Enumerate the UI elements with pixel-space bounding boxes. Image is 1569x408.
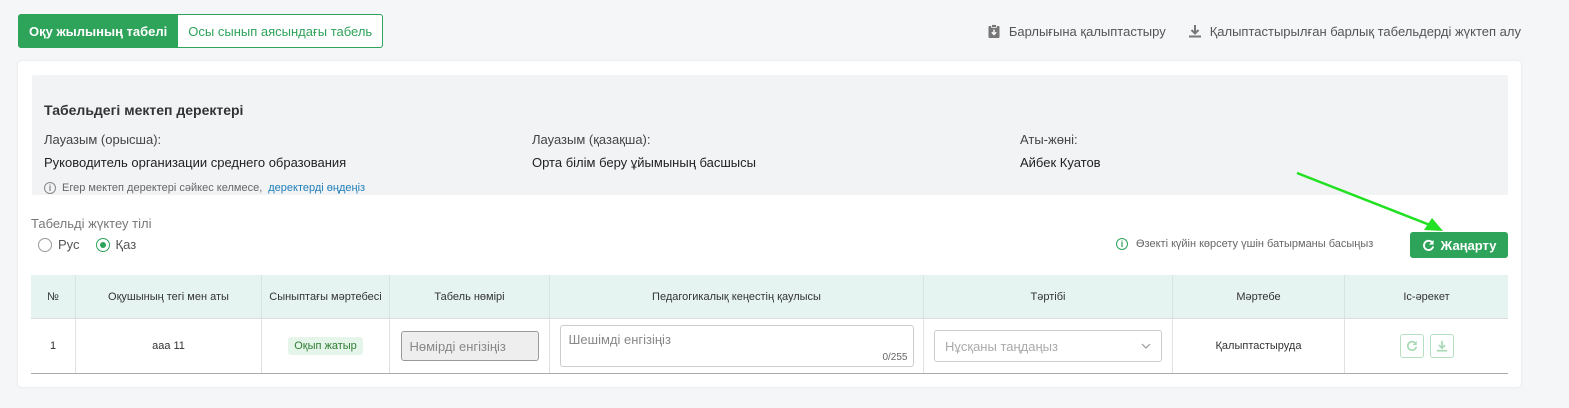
tab-academic-year[interactable]: Оқу жылының табелі — [18, 14, 179, 48]
info-icon: i — [44, 182, 56, 194]
info-note: i Егер мектеп деректері сәйкес келмесе, … — [44, 182, 365, 194]
radio-rus[interactable]: Рус — [38, 237, 80, 252]
col-status: Мәртебе — [1173, 275, 1345, 318]
info-note-text: Егер мектеп деректері сәйкес келмесе, — [62, 182, 263, 194]
radio-circle — [95, 237, 110, 252]
radio-rus-label: Рус — [58, 237, 80, 252]
cell-student-name: aaa 11 — [76, 319, 262, 373]
download-all-label: Қалыптастырылған барлық табельдерді жүкт… — [1209, 23, 1521, 39]
conduct-placeholder: Нұсқаны таңдаңыз — [945, 338, 1058, 354]
row-refresh-button[interactable] — [1399, 334, 1424, 358]
refresh-hint-text: Өзекті күйін көрсету үшін батырманы басы… — [1136, 238, 1374, 250]
school-info-title: Табельдегі мектеп деректері — [44, 102, 244, 118]
language-radio-group: Рус Қаз — [38, 237, 136, 252]
director-name-value: Айбек Куатов — [1020, 155, 1101, 170]
table-header: № Оқушының тегі мен аты Сыныптағы мәртеб… — [31, 275, 1508, 318]
position-kz: Лауазым (қазақша): Орта білім беру ұйымы… — [532, 132, 756, 170]
cell-report-number: Нөмірді енгізіңіз — [390, 319, 550, 373]
annotation-arrow-icon — [1296, 171, 1443, 231]
char-counter: 0/255 — [882, 352, 908, 363]
tab-group: Оқу жылының табелі Осы сынып аясындағы т… — [18, 14, 384, 48]
radio-circle — [38, 237, 52, 252]
col-report-number: Табель нөмірі — [390, 275, 550, 318]
edit-data-link[interactable]: деректерді өңдеңіз — [268, 182, 365, 194]
cell-council-decision: Шешімді енгізіңіз 0/255 — [550, 319, 924, 373]
standardize-all-button[interactable]: Барлығына қалыптастыру — [987, 24, 1166, 39]
col-actions: Іс-әрекет — [1403, 290, 1450, 303]
standardize-all-label: Барлығына қалыптастыру — [1008, 23, 1166, 39]
language-label: Табельді жүктеу тілі — [31, 216, 152, 231]
position-kz-value: Орта білім беру ұйымының басшысы — [532, 155, 756, 170]
report-number-input[interactable]: Нөмірді енгізіңіз — [400, 331, 539, 361]
decision-placeholder: Шешімді енгізіңіз — [568, 332, 671, 347]
position-ru-label: Лауазым (орысша): — [44, 132, 162, 147]
col-number: № — [31, 275, 76, 318]
col-student-name: Оқушының тегі мен аты — [76, 275, 262, 318]
cell-class-status: Оқып жатыр — [262, 319, 390, 373]
school-info-box: Табельдегі мектеп деректері Лауазым (оры… — [32, 75, 1508, 195]
cell-actions — [1345, 319, 1508, 373]
position-ru-value: Руководитель организации среднего образо… — [44, 155, 347, 170]
conduct-select[interactable]: Нұсқаны таңдаңыз — [934, 330, 1162, 362]
director-name-label: Аты-жөні: — [1020, 132, 1078, 147]
status-badge: Оқып жатыр — [288, 337, 363, 355]
refresh-hint: i Өзекті күйін көрсету үшін батырманы ба… — [1116, 238, 1373, 250]
position-ru: Лауазым (орысша): Руководитель организац… — [44, 132, 346, 170]
radio-kaz[interactable]: Қаз — [95, 237, 137, 252]
tab-class-scope[interactable]: Осы сынып аясындағы табель — [178, 14, 384, 48]
cell-number: 1 — [31, 319, 76, 373]
top-bar: Оқу жылының табелі Осы сынып аясындағы т… — [18, 14, 1521, 48]
radio-kaz-label: Қаз — [115, 237, 137, 252]
top-actions: Барлығына қалыптастыру Қалыптастырылған … — [987, 14, 1521, 48]
download-icon — [1436, 340, 1447, 352]
table-row: 1 aaa 11 Оқып жатыр Нөмірді енгізіңіз Ше… — [31, 318, 1508, 374]
director-name: Аты-жөні: Айбек Куатов — [1020, 132, 1101, 170]
chevron-down-icon — [1141, 343, 1151, 349]
refresh-button-label: Жаңарту — [1440, 237, 1497, 253]
students-table: № Оқушының тегі мен аты Сыныптағы мәртеб… — [31, 275, 1508, 374]
clipboard-icon — [988, 24, 1000, 38]
report-card-panel: Табельдегі мектеп деректері Лауазым (оры… — [18, 61, 1521, 387]
col-class-status: Сыныптағы мәртебесі — [262, 275, 390, 318]
position-kz-label: Лауазым (қазақша): — [532, 132, 651, 147]
refresh-icon — [1406, 340, 1417, 352]
col-council-decision: Педагогикалық кеңестің қаулысы — [550, 275, 924, 318]
download-icon — [1188, 25, 1201, 38]
cell-conduct: Нұсқаны таңдаңыз — [924, 319, 1173, 373]
refresh-icon — [1422, 239, 1434, 251]
cell-status: Қалыптастыруда — [1173, 319, 1345, 373]
download-all-button[interactable]: Қалыптастырылған барлық табельдерді жүкт… — [1188, 24, 1521, 39]
info-icon: i — [1116, 238, 1128, 250]
col-conduct: Тәртібі — [924, 275, 1173, 318]
refresh-button[interactable]: Жаңарту — [1410, 232, 1508, 258]
row-download-button[interactable] — [1429, 334, 1454, 358]
decision-textarea[interactable]: Шешімді енгізіңіз 0/255 — [559, 325, 914, 367]
